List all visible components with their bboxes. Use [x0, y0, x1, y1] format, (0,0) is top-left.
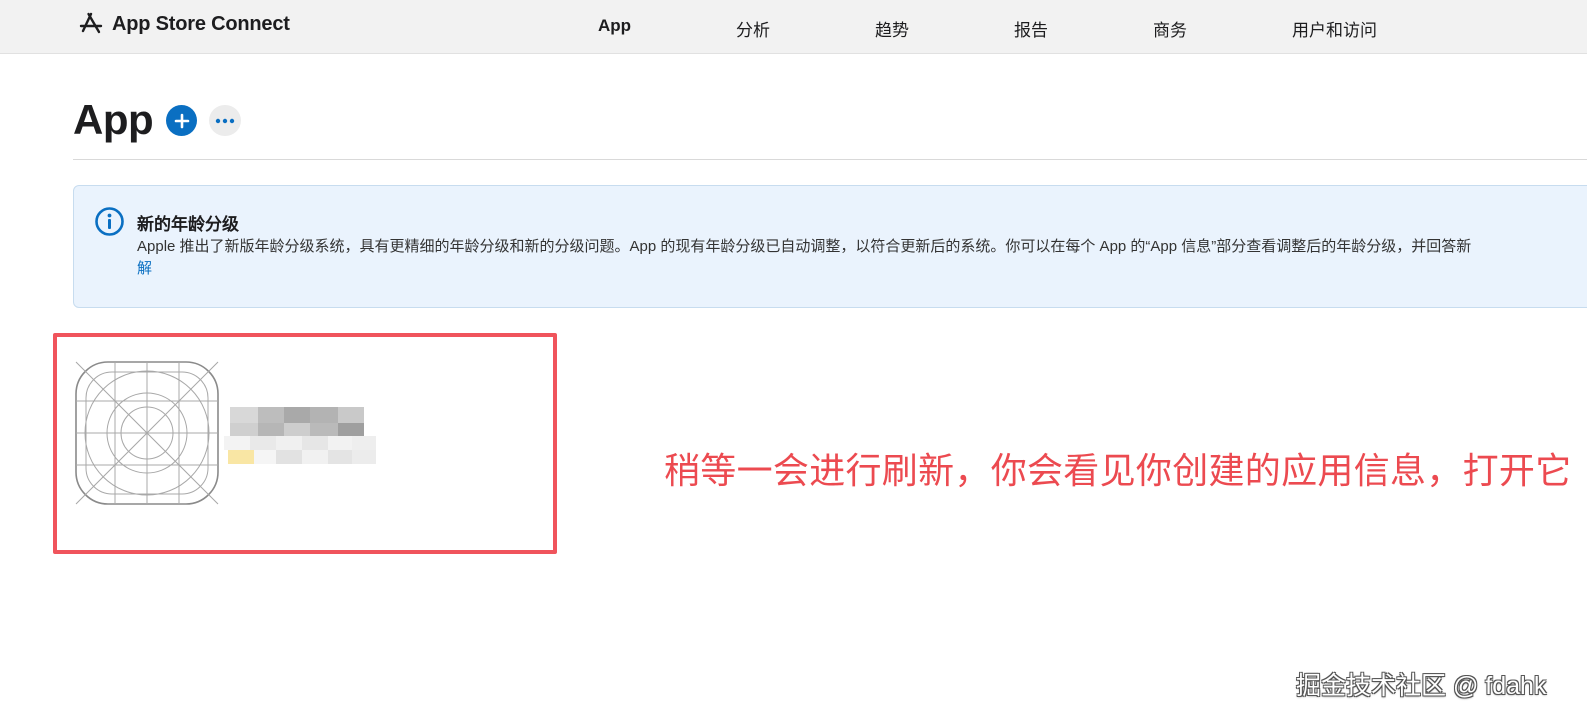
- info-icon: [95, 207, 124, 236]
- top-navigation-bar: App Store Connect App 分析 趋势 报告 商务 用户和访问: [0, 0, 1587, 54]
- app-tile[interactable]: [74, 360, 384, 506]
- nav-item-trends[interactable]: 趋势: [875, 16, 909, 41]
- nav-item-business[interactable]: 商务: [1153, 16, 1187, 41]
- annotation-text: 稍等一会进行刷新，你会看见你创建的应用信息，打开它: [664, 450, 1572, 491]
- info-banner: 新的年龄分级 Apple 推出了新版年龄分级系统，具有更精细的年龄分级和新的分级…: [73, 185, 1587, 308]
- header-divider: [73, 159, 1587, 160]
- main-nav: App 分析 趋势 报告 商务 用户和访问: [0, 0, 1587, 54]
- page-title: App: [73, 96, 154, 143]
- plus-icon: [174, 113, 189, 128]
- banner-learn-more-link[interactable]: 解: [137, 258, 152, 279]
- nav-item-reports[interactable]: 报告: [1014, 16, 1048, 41]
- banner-title: 新的年龄分级: [137, 215, 239, 234]
- nav-item-users-and-access[interactable]: 用户和访问: [1292, 16, 1377, 41]
- app-name-redacted: [230, 407, 364, 439]
- app-info-redacted: [224, 436, 376, 464]
- nav-item-analytics[interactable]: 分析: [736, 16, 770, 41]
- banner-body: Apple 推出了新版年龄分级系统，具有更精细的年龄分级和新的分级问题。App …: [137, 238, 1472, 255]
- watermark: 掘金技术社区 @ fdahk: [1296, 672, 1547, 700]
- ellipsis-icon: [215, 118, 235, 123]
- add-app-button[interactable]: [166, 105, 197, 136]
- app-placeholder-icon: [75, 361, 219, 505]
- nav-item-app[interactable]: App: [598, 16, 631, 36]
- more-options-button[interactable]: [209, 105, 241, 136]
